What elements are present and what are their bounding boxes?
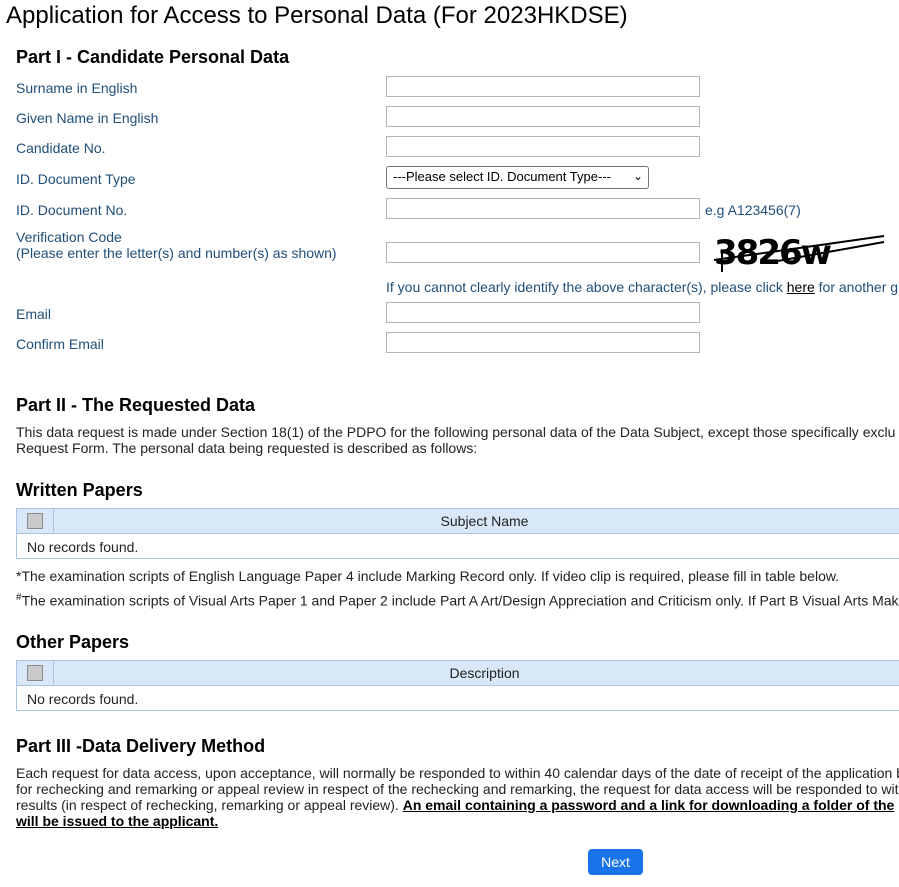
id-doc-no-input[interactable] xyxy=(386,198,700,219)
captcha-image: 3826w xyxy=(713,233,885,273)
given-name-label: Given Name in English xyxy=(16,110,159,126)
part3-line4: will be issued to the applicant. xyxy=(16,813,219,829)
id-doc-type-label: ID. Document Type xyxy=(16,171,136,187)
part2-text-line2: Request Form. The personal data being re… xyxy=(16,440,478,456)
candidate-no-input[interactable] xyxy=(386,136,700,157)
surname-input[interactable] xyxy=(386,76,700,97)
verification-input[interactable] xyxy=(386,242,700,263)
id-doc-no-hint: e.g A123456(7) xyxy=(705,202,801,218)
empty-message: No records found. xyxy=(27,539,139,555)
table-row: No records found. xyxy=(17,534,899,558)
id-doc-no-label: ID. Document No. xyxy=(16,202,128,218)
part3-line1: Each request for data access, upon accep… xyxy=(16,765,899,781)
candidate-no-label: Candidate No. xyxy=(16,140,106,156)
select-all-checkbox[interactable] xyxy=(27,665,43,681)
part2-heading: Part II - The Requested Data xyxy=(16,395,256,415)
captcha-refresh-link[interactable]: here xyxy=(787,279,815,295)
written-papers-heading: Written Papers xyxy=(16,480,143,500)
part2-text-line1: This data request is made under Section … xyxy=(16,424,896,440)
given-name-input[interactable] xyxy=(386,106,700,127)
next-button[interactable]: Next xyxy=(588,849,643,875)
captcha-help-text: If you cannot clearly identify the above… xyxy=(386,279,899,295)
confirm-email-label: Confirm Email xyxy=(16,336,104,352)
subject-name-column[interactable]: Subject Name xyxy=(54,513,899,529)
other-papers-table: Description No records found. xyxy=(16,660,899,711)
surname-label: Surname in English xyxy=(16,80,138,96)
email-label: Email xyxy=(16,306,52,322)
empty-message: No records found. xyxy=(27,691,139,707)
email-input[interactable] xyxy=(386,302,700,323)
table-header: Description xyxy=(17,661,899,686)
description-column[interactable]: Description xyxy=(54,665,899,681)
confirm-email-input[interactable] xyxy=(386,332,700,353)
select-all-checkbox[interactable] xyxy=(27,513,43,529)
verification-label: Verification Code xyxy=(16,229,122,245)
id-doc-type-select[interactable]: ---Please select ID. Document Type--- ⌄ xyxy=(386,166,649,189)
written-note-2: #The examination scripts of Visual Arts … xyxy=(16,592,899,609)
table-header: Subject Name xyxy=(17,509,899,534)
svg-text:3826w: 3826w xyxy=(714,233,832,273)
part3-line3: results (in respect of rechecking, remar… xyxy=(16,797,895,813)
written-note-1: *The examination scripts of English Lang… xyxy=(16,568,840,584)
part1-heading: Part I - Candidate Personal Data xyxy=(16,47,290,67)
part3-line2: for rechecking and remarking or appeal r… xyxy=(16,781,899,797)
table-row: No records found. xyxy=(17,686,899,710)
verification-sublabel: (Please enter the letter(s) and number(s… xyxy=(16,245,337,261)
written-papers-table: Subject Name No records found. xyxy=(16,508,899,559)
other-papers-heading: Other Papers xyxy=(16,632,130,652)
chevron-down-icon: ⌄ xyxy=(632,169,643,183)
part3-heading: Part III -Data Delivery Method xyxy=(16,736,266,756)
page-title: Application for Access to Personal Data … xyxy=(6,2,628,29)
id-doc-type-value: ---Please select ID. Document Type--- xyxy=(393,169,611,184)
